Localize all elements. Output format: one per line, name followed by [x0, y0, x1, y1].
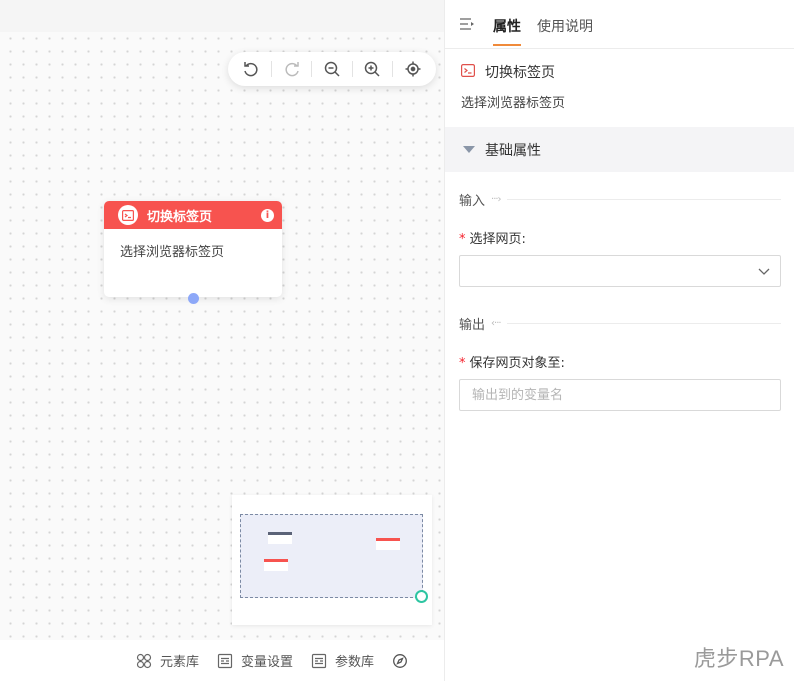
collapse-panel-icon[interactable] [459, 17, 475, 35]
input-group-label: 输入 ···› [459, 190, 781, 209]
compass-button[interactable] [392, 653, 416, 669]
tab-properties[interactable]: 属性 [493, 16, 521, 46]
flow-canvas[interactable]: 切换标签页 i 选择浏览器标签页 [0, 0, 444, 640]
variable-icon [217, 653, 233, 668]
params-icon [311, 653, 327, 668]
minimap-node [268, 532, 292, 544]
node-header: 切换标签页 i [104, 201, 282, 229]
panel-tabs: 属性 使用说明 [445, 0, 794, 49]
toolbar-divider [351, 61, 353, 77]
required-asterisk: * [459, 356, 466, 371]
compass-icon [393, 653, 407, 668]
undo-icon[interactable] [240, 58, 262, 80]
canvas-toolbar [228, 52, 436, 86]
chevron-down-icon [758, 268, 770, 275]
component-title-row: 切换标签页 [461, 62, 555, 82]
output-group-label: 输出 ‹··· [459, 314, 781, 333]
divider [506, 323, 781, 324]
select-page-label-text: 选择网页: [469, 232, 526, 247]
dotted-arrow-icon: ‹··· [491, 318, 502, 329]
terminal-icon [461, 63, 476, 81]
tab-help[interactable]: 使用说明 [537, 16, 593, 46]
save-object-label: * 保存网页对象至: [459, 352, 565, 371]
canvas-bottom-bar: 元素库 变量设置 参数库 [0, 640, 444, 681]
toolbar-divider [391, 61, 393, 77]
zoom-out-icon[interactable] [321, 58, 343, 80]
variable-settings-button[interactable]: 变量设置 [217, 651, 293, 670]
select-page-dropdown[interactable] [459, 255, 781, 287]
element-library-label: 元素库 [159, 655, 199, 670]
divider [506, 199, 781, 200]
redo-icon[interactable] [281, 58, 303, 80]
params-library-button[interactable]: 参数库 [311, 651, 374, 670]
zoom-in-icon[interactable] [361, 58, 383, 80]
node-output-port[interactable] [188, 293, 199, 304]
component-title: 切换标签页 [485, 65, 555, 81]
section-basic-properties[interactable]: 基础属性 [445, 127, 794, 172]
node-description: 选择浏览器标签页 [120, 245, 225, 260]
watermark: 虎步RPA [693, 646, 784, 671]
required-asterisk: * [459, 232, 466, 247]
minimap[interactable] [232, 495, 432, 625]
save-object-input[interactable] [459, 379, 781, 411]
component-description: 选择浏览器标签页 [461, 96, 566, 111]
flow-node-switch-tab[interactable]: 切换标签页 i 选择浏览器标签页 [104, 201, 282, 304]
input-group-text: 输入 [459, 194, 486, 209]
minimap-viewport[interactable] [240, 514, 423, 598]
minimap-node [264, 559, 288, 571]
minimap-node [376, 538, 400, 550]
toolbar-divider [270, 61, 272, 77]
section-title: 基础属性 [485, 142, 541, 159]
toolbar-divider [311, 61, 313, 77]
locate-icon[interactable] [402, 58, 424, 80]
properties-panel: 属性 使用说明 切换标签页 选择浏览器标签页 基础属性 输入 ···› * 选择网… [444, 0, 794, 681]
info-icon[interactable]: i [261, 208, 274, 222]
node-title: 切换标签页 [147, 209, 213, 225]
element-library-button[interactable]: 元素库 [136, 651, 199, 670]
variable-settings-label: 变量设置 [240, 655, 293, 670]
canvas-top-strip [0, 0, 444, 32]
select-page-label: * 选择网页: [459, 228, 526, 247]
terminal-icon [118, 205, 138, 225]
dotted-arrow-icon: ···› [491, 194, 502, 205]
caret-down-icon [463, 146, 475, 153]
params-library-label: 参数库 [334, 655, 374, 670]
grid-icon [136, 653, 152, 668]
save-object-label-text: 保存网页对象至: [469, 356, 565, 371]
minimap-resize-handle[interactable] [415, 590, 428, 603]
output-group-text: 输出 [459, 318, 486, 333]
